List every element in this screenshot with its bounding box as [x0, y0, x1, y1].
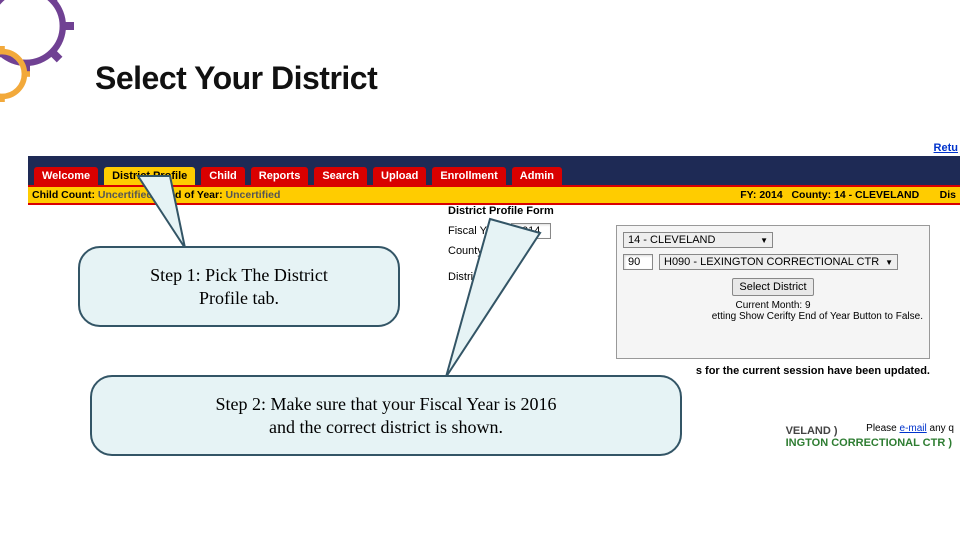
child-count-label: Child Count:	[32, 189, 95, 201]
tab-reports[interactable]: Reports	[251, 167, 309, 185]
form-title: District Profile Form	[448, 205, 554, 217]
tab-enrollment[interactable]: Enrollment	[432, 167, 505, 185]
email-prefix: Please	[866, 423, 899, 434]
nav-tabs: Welcome District Profile Child Reports S…	[34, 163, 960, 185]
tab-admin[interactable]: Admin	[512, 167, 562, 185]
chevron-down-icon: ▼	[754, 236, 768, 245]
certify-text: etting Show Cerifty End of Year Button t…	[623, 311, 923, 322]
select-district-button[interactable]: Select District	[732, 278, 813, 296]
step1-line1: Step 1: Pick The District	[104, 264, 374, 287]
child-count-value: Uncertified	[98, 189, 153, 201]
email-link[interactable]: e-mail	[900, 423, 927, 434]
callout-step-1: Step 1: Pick The District Profile tab.	[78, 246, 400, 327]
email-suffix: any q	[927, 423, 954, 434]
chevron-down-icon: ▼	[879, 258, 893, 267]
form-panel: 14 - CLEVELAND ▼ 90 H090 - LEXINGTON COR…	[616, 225, 930, 359]
dist-label-status: Dis	[940, 189, 956, 201]
side-line-2: INGTON CORRECTIONAL CTR )	[786, 437, 952, 449]
fy-value: 2014	[759, 189, 782, 201]
eoy-label: | End of Year:	[156, 189, 223, 201]
tab-welcome[interactable]: Welcome	[34, 167, 98, 185]
district-select-value: H090 - LEXINGTON CORRECTIONAL CTR	[664, 256, 879, 268]
tab-district-profile[interactable]: District Profile	[104, 167, 195, 185]
district-label: District:	[448, 271, 485, 283]
county-select-value: 14 - CLEVELAND	[628, 234, 715, 246]
page-title: Select Your District	[95, 60, 377, 97]
step2-line2: and the correct district is shown.	[116, 416, 656, 439]
session-updated-text: s for the current session have been upda…	[696, 365, 930, 377]
email-line: Please e-mail any q	[866, 423, 954, 434]
county-select[interactable]: 14 - CLEVELAND ▼	[623, 232, 773, 248]
step1-line2: Profile tab.	[104, 287, 374, 310]
step2-line1: Step 2: Make sure that your Fiscal Year …	[116, 393, 656, 416]
district-select[interactable]: H090 - LEXINGTON CORRECTIONAL CTR ▼	[659, 254, 898, 270]
return-link[interactable]: Retu	[934, 142, 958, 154]
fy-label: FY:	[740, 189, 756, 201]
tab-search[interactable]: Search	[314, 167, 367, 185]
county-value-status: 14 - CLEVELAND	[834, 189, 919, 201]
tab-upload[interactable]: Upload	[373, 167, 426, 185]
tab-child[interactable]: Child	[201, 167, 245, 185]
eoy-value: Uncertified	[226, 189, 281, 201]
callout-step-2: Step 2: Make sure that your Fiscal Year …	[90, 375, 682, 456]
current-month-text: Current Month: 9	[623, 300, 923, 311]
fiscal-year-label: Fiscal Year:	[448, 225, 505, 237]
fiscal-year-input[interactable]: 2014	[511, 223, 551, 239]
county-label-status: County:	[791, 189, 831, 201]
county-label: County:	[448, 245, 486, 257]
district-number-input[interactable]: 90	[623, 254, 653, 270]
status-bar: Child Count: Uncertified | End of Year: …	[28, 185, 960, 205]
